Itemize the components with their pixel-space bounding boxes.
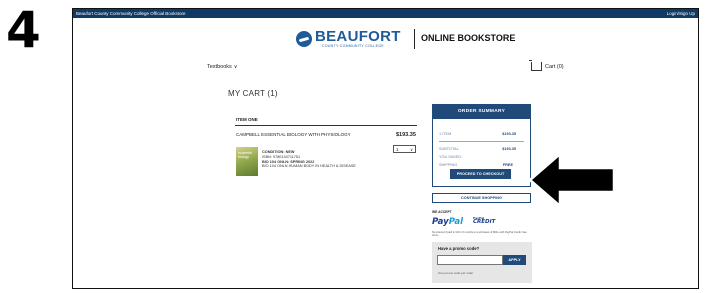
logo-divider <box>414 29 415 49</box>
quantity-select[interactable]: 1 ∨ <box>393 145 416 153</box>
you-saved-label: YOU SAVED: <box>439 155 462 159</box>
chevron-down-icon: ∨ <box>233 64 238 70</box>
paypal-word-b: Pal <box>448 217 464 227</box>
quantity-value: 1 <box>396 147 399 152</box>
store-link[interactable]: Beaufort County Community College Offici… <box>76 9 185 18</box>
promo-code-input[interactable] <box>437 255 503 265</box>
cart-link[interactable]: Cart (0) <box>529 60 564 71</box>
beaufort-logo-icon <box>296 31 312 47</box>
step-number: 4 <box>6 1 41 59</box>
page-title: MY CART (1) <box>228 89 278 98</box>
textbooks-menu[interactable]: Textbooks ∨ <box>207 64 237 70</box>
paypal-credit-bottom: CREDIT <box>473 219 496 225</box>
login-signup-link[interactable]: Login/Sign Up <box>667 9 695 18</box>
subtotal-value: $193.35 <box>502 147 516 151</box>
proceed-to-checkout-button[interactable]: PROCEED TO CHECKOUT <box>450 169 511 179</box>
summary-divider <box>439 141 524 142</box>
chevron-down-icon: ∨ <box>410 147 413 152</box>
paypal-logo: PayPal <box>432 217 463 227</box>
item-count-value: $193.35 <box>502 132 516 136</box>
promo-footer-note: One promo code per order <box>438 271 474 275</box>
apply-button[interactable]: APPLY <box>503 255 526 265</box>
promo-code-box: Have a promo code? APPLY One promo code … <box>432 242 532 283</box>
subtotal-label: SUBTOTAL <box>439 147 459 151</box>
order-summary-panel: ORDER SUMMARY 1 ITEM $193.35 SUBTOTAL $1… <box>432 104 531 187</box>
item-price: $193.35 <box>396 132 416 138</box>
item-details: CONDITION: NEW ISBN: 9780134711751 BIO 1… <box>262 150 356 169</box>
paypal-credit-logo: PayPal CREDIT <box>473 216 496 225</box>
browser-screenshot-frame: Beaufort County Community College Offici… <box>72 8 699 289</box>
logo-subtitle: COUNTY COMMUNITY COLLEGE <box>322 44 384 48</box>
shopping-cart-icon <box>529 60 542 71</box>
item-count-label: 1 ITEM <box>439 132 452 136</box>
shipping-label: SHIPPING <box>439 163 458 167</box>
paypal-credit-note: No interest if paid in full in 6 months … <box>432 231 527 238</box>
shipping-value: FREE <box>502 163 513 167</box>
book-cover-image[interactable]: essential biology <box>236 147 258 176</box>
continue-shopping-button[interactable]: CONTINUE SHOPPING <box>432 193 531 203</box>
logo-name: BEAUFORT <box>315 28 401 45</box>
item-title[interactable]: CAMPBELL ESSENTIAL BIOLOGY WITH PHYSIOLO… <box>236 132 351 137</box>
divider <box>235 125 417 126</box>
we-accept-label: WE ACCEPT <box>432 210 452 214</box>
order-summary-header: ORDER SUMMARY <box>433 105 530 119</box>
item-course-desc: BIO 104 ONLN HUMAN BODY IN HEALTH & DISE… <box>262 164 356 169</box>
book-cover-text: essential biology <box>238 151 252 159</box>
item-section-label: ITEM ONE <box>236 117 258 122</box>
store-title: ONLINE BOOKSTORE <box>421 33 516 43</box>
left-arrow-icon <box>528 151 616 209</box>
top-bar: Beaufort County Community College Offici… <box>73 9 698 18</box>
textbooks-label: Textbooks <box>207 64 232 70</box>
promo-code-label: Have a promo code? <box>438 246 480 251</box>
paypal-word-a: Pay <box>432 217 449 227</box>
cart-label: Cart (0) <box>545 63 564 70</box>
